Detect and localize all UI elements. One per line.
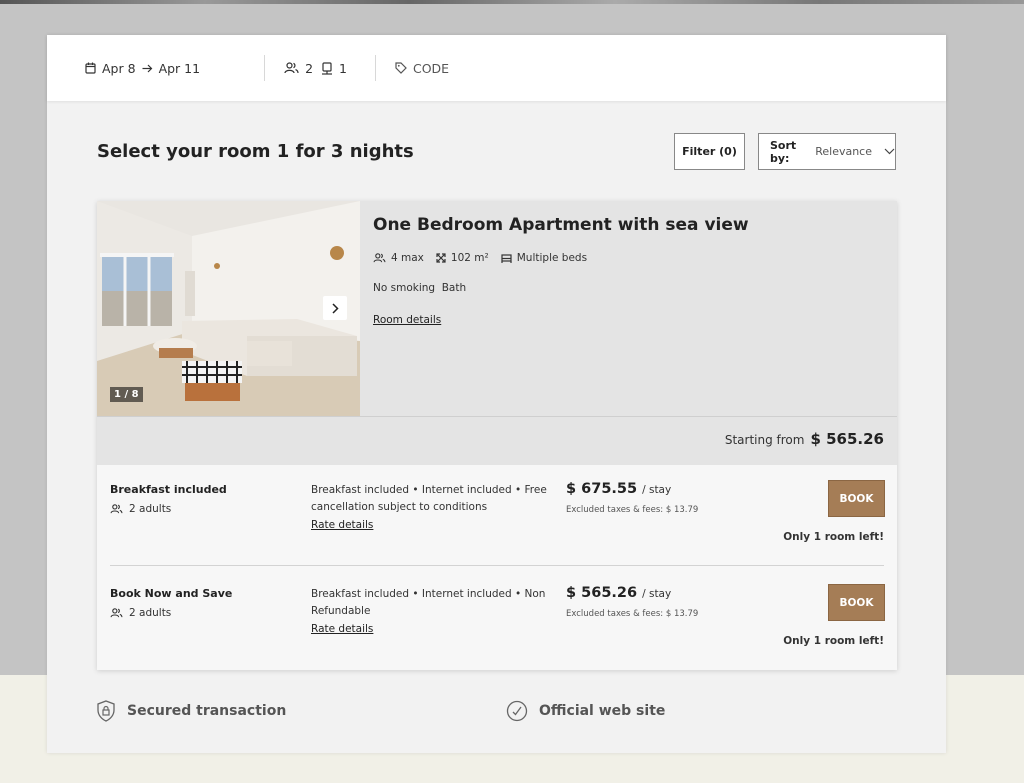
rate-option: Book Now and Save 2 adults Breakfast inc… [97,569,897,673]
rate-price-amount: $ 565.26 [566,585,638,601]
starting-label: Starting from [724,433,805,447]
rate-name: Book Now and Save [110,587,233,600]
child-icon [321,61,333,75]
search-summary-bar: Apr 8 Apr 11 2 1 CODE [47,35,946,101]
rate-price-amount: $ 675.55 [566,481,638,497]
rate-guests: 2 adults [110,607,171,619]
room-beds: Multiple beds [501,252,587,264]
page-title: Select your room 1 for 3 nights [97,141,414,162]
check-in-date: Apr 8 [102,60,136,76]
official-site-text: Official web site [539,703,666,719]
rate-option: Breakfast included 2 adults Breakfast in… [97,465,897,569]
chevron-down-icon [884,148,895,155]
starting-amount: $ 565.26 [810,430,884,448]
divider [264,55,266,81]
room-capacity: 4 max [373,252,424,264]
dates-selector[interactable]: Apr 8 Apr 11 [85,61,200,76]
room-size-text: 102 m² [450,252,489,264]
children-count: 1 [339,60,347,76]
shield-lock-icon [96,700,116,722]
room-amenities: No smoking Bath [373,282,467,294]
rate-details-link[interactable]: Rate details [311,519,373,531]
rate-taxes: Excluded taxes & fees: $ 13.79 [566,609,699,619]
room-beds-text: Multiple beds [516,252,588,264]
room-card: 1 / 8 One Bedroom Apartment with sea vie… [97,201,897,670]
rate-price: $ 675.55 / stay [566,481,671,497]
starting-price: Starting from $ 565.26 [725,430,884,448]
rate-description: Breakfast included • Internet included •… [311,484,547,513]
promo-code-field[interactable]: CODE [395,61,449,76]
rate-description: Breakfast included • Internet included •… [311,588,546,617]
promo-code-label: CODE [412,60,450,76]
check-circle-icon [506,700,528,722]
rate-guests-text: 2 adults [129,607,172,619]
photo-counter: 1 / 8 [110,387,143,402]
official-site-badge: Official web site [506,700,665,722]
hero-image-strip [0,0,1024,4]
rate-guests: 2 adults [110,503,171,515]
room-specs: 4 max 102 m² Multiple beds [373,252,587,264]
guests-icon [284,62,299,74]
guests-selector[interactable]: 2 1 [284,61,347,76]
sort-dropdown[interactable]: Sort by: Relevance [758,133,896,170]
rate-name: Breakfast included [110,483,227,496]
rate-taxes: Excluded taxes & fees: $ 13.79 [566,505,699,515]
rate-details-link[interactable]: Rate details [311,623,373,635]
rate-guests-text: 2 adults [129,503,172,515]
room-details-link[interactable]: Room details [373,314,441,326]
chevron-right-icon [331,302,339,314]
guests-icon [110,608,123,618]
book-button[interactable]: BOOK [828,480,885,517]
divider [374,55,376,81]
rate-price: $ 565.26 / stay [566,585,671,601]
divider [97,416,897,417]
photo-next-button[interactable] [323,296,347,320]
guests-icon [110,504,123,514]
divider [110,565,884,566]
sort-label: Sort by: [770,138,797,165]
filter-button[interactable]: Filter (0) [674,133,745,170]
rate-price-unit: / stay [642,588,672,600]
secured-transaction-badge: Secured transaction [96,700,286,722]
sort-value: Relevance [815,145,872,158]
book-button[interactable]: BOOK [828,584,885,621]
adults-count: 2 [305,60,314,76]
room-capacity-text: 4 max [391,252,424,264]
room-size: 102 m² [436,252,489,264]
size-icon [436,253,446,263]
room-photo-image [97,201,360,416]
tag-icon [395,62,407,74]
room-title: One Bedroom Apartment with sea view [373,215,749,235]
check-out-date: Apr 11 [158,60,201,76]
calendar-icon [85,62,96,74]
booking-panel: Apr 8 Apr 11 2 1 CODE Select your room 1… [47,35,946,753]
guests-icon [373,253,386,263]
availability-note: Only 1 room left! [783,635,884,647]
bed-icon [501,253,512,263]
room-photo[interactable]: 1 / 8 [97,201,360,416]
rate-price-unit: / stay [642,484,672,496]
availability-note: Only 1 room left! [783,531,884,543]
secured-transaction-text: Secured transaction [127,703,287,719]
arrow-right-icon [142,64,153,73]
